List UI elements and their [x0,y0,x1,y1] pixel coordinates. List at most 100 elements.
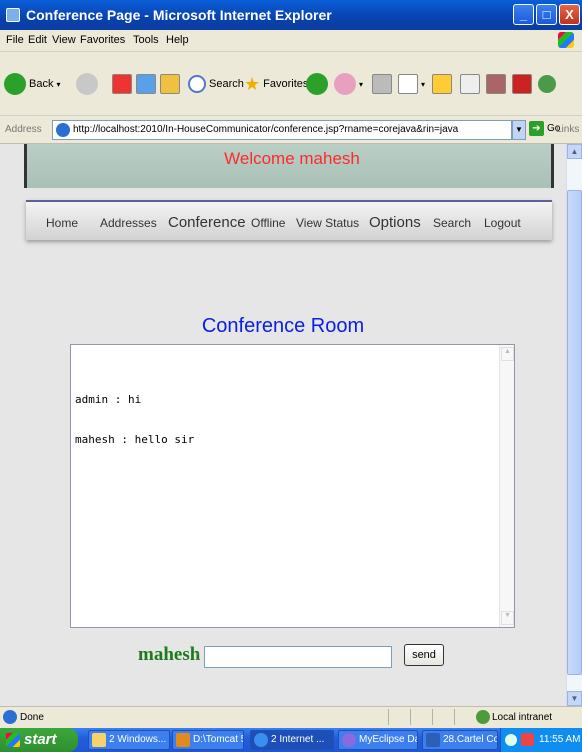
intranet-zone-icon [476,710,490,724]
status-bar: Done Local intranet [0,706,582,728]
messenger-button[interactable] [486,72,506,96]
mail-button[interactable]: ▾ [334,72,363,96]
clock: 11:55 AM [539,734,581,745]
refresh-button[interactable] [136,72,156,96]
scroll-down-icon[interactable]: ▼ [567,691,582,706]
window-title: Conference Page - Microsoft Internet Exp… [26,7,332,23]
send-button[interactable]: send [404,644,444,666]
chat-messages-area[interactable]: admin : hi mahesh : hello sir ▲ ▼ [70,344,515,628]
taskbar-item-label: 2 Internet ... [271,734,325,745]
browser-toolbar: Back ▾ Search ★ Favorites ▾ ▾ [0,52,582,116]
page-icon [56,123,70,137]
start-button[interactable]: start [0,728,78,752]
msn-icon [538,75,556,93]
close-button[interactable]: X [559,4,580,25]
page-viewport: Welcome mahesh Home Addresses Conference… [0,144,566,706]
back-dropdown-icon: ▾ [56,79,61,89]
taskbar-item-label: 2 Windows... [109,734,167,745]
maximize-button[interactable]: □ [536,4,557,25]
ie-icon [254,733,268,747]
msn-button[interactable] [538,72,556,96]
menu-tools[interactable]: Tools [133,34,159,46]
taskbar-item-label: D:\Tomcat 5... [193,734,243,745]
message-input[interactable] [204,646,392,668]
address-dropdown-button[interactable]: ▼ [512,120,526,140]
history-icon [306,73,328,95]
chat-scroll-down-icon[interactable]: ▼ [501,611,514,625]
scroll-up-icon[interactable]: ▲ [567,144,582,159]
status-divider [410,709,411,725]
back-label: Back [29,78,54,90]
notes-button[interactable] [432,72,452,96]
system-tray: 11:55 AM [500,728,582,752]
menu-favorites[interactable]: Favorites [80,34,125,46]
forward-button[interactable] [76,72,98,96]
nav-conference[interactable]: Conference [168,214,246,231]
nav-logout[interactable]: Logout [484,216,521,230]
search-label: Search [209,78,244,90]
taskbar-item-windows[interactable]: 2 Windows... [88,730,170,750]
home-button[interactable] [160,72,180,96]
minimize-button[interactable]: _ [513,4,534,25]
stop-icon [112,74,132,94]
search-button[interactable]: Search [188,72,244,96]
nav-search[interactable]: Search [433,216,471,230]
links-button[interactable]: Links [556,124,579,135]
windows-logo-icon [558,32,574,48]
scroll-thumb[interactable] [567,190,582,675]
menu-help[interactable]: Help [166,34,189,46]
myeclipse-icon [342,733,356,747]
search-icon [188,75,206,93]
chat-scroll-up-icon[interactable]: ▲ [501,347,514,361]
forward-arrow-icon [76,73,98,95]
edit-button[interactable]: ▾ [398,72,425,96]
taskbar-item-myeclipse[interactable]: MyEclipse Da... [338,730,418,750]
address-input[interactable]: http://localhost:2010/In-HouseCommunicat… [52,120,512,140]
kaspersky-icon [512,74,532,94]
notes-icon [432,74,452,94]
print-button[interactable] [372,72,392,96]
mail-icon [334,73,356,95]
taskbar-item-internet[interactable]: 2 Internet ... [250,730,334,750]
stop-button[interactable] [112,72,132,96]
status-text: Done [20,712,44,723]
kaspersky-button[interactable] [512,72,532,96]
windows-taskbar: start 2 Windows... D:\Tomcat 5... 2 Inte… [0,728,582,752]
conference-room-title: Conference Room [201,315,365,337]
message-compose-row: mahesh : send [138,644,458,670]
history-button[interactable] [306,72,328,96]
page-scrollbar[interactable]: ▲ ▼ [566,144,582,706]
nav-addresses[interactable]: Addresses [100,216,157,230]
user-separator: : [196,648,200,663]
taskbar-item-cartel[interactable]: 28.Cartel Co... [422,730,498,750]
ie-app-icon [6,8,20,22]
edit-dropdown-icon: ▾ [421,79,426,89]
menu-edit[interactable]: Edit [28,34,47,46]
tray-antivirus-icon[interactable] [521,733,534,746]
taskbar-item-tomcat[interactable]: D:\Tomcat 5... [172,730,244,750]
back-button[interactable]: Back ▾ [4,72,60,96]
tomcat-icon [176,733,190,747]
k-icon [460,74,480,94]
nav-offline[interactable]: Offline [251,216,285,230]
menu-file[interactable]: File [6,34,24,46]
nav-home[interactable]: Home [46,216,78,230]
nav-view-status[interactable]: View Status [296,216,359,230]
nav-options[interactable]: Options [369,214,421,231]
status-divider [432,709,433,725]
home-icon [160,74,180,94]
start-label: start [24,731,57,748]
welcome-banner: Welcome mahesh [24,144,554,188]
tray-expand-icon[interactable] [505,734,517,746]
chat-scrollbar[interactable]: ▲ ▼ [499,345,514,627]
welcome-text: Welcome mahesh [224,149,360,168]
status-divider [454,709,455,725]
page-status-icon [3,710,17,724]
menu-view[interactable]: View [52,34,76,46]
messenger-icon [486,74,506,94]
status-divider [388,709,389,725]
favorites-button[interactable]: ★ Favorites [244,72,308,96]
k-button[interactable] [460,72,480,96]
folder-icon [92,733,106,747]
menu-bar: File Edit View Favorites Tools Help [0,30,582,52]
